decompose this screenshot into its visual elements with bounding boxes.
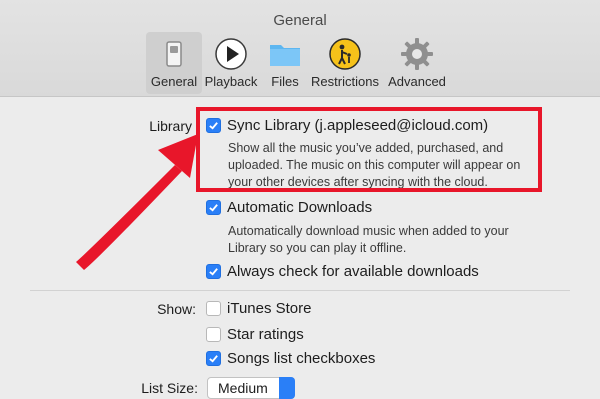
- tab-general-label: General: [150, 74, 198, 89]
- checkbox-checked-icon[interactable]: [206, 264, 221, 279]
- checkbox-checked-icon[interactable]: [206, 200, 221, 215]
- general-switch-icon: [166, 41, 182, 67]
- window-toolbar: General General Playback Files Restricti…: [0, 0, 600, 97]
- itunes-store-label: iTunes Store: [227, 300, 312, 317]
- tab-general[interactable]: General: [146, 32, 202, 94]
- songs-list-checkboxes-label: Songs list checkboxes: [227, 350, 376, 367]
- tab-advanced[interactable]: Advanced: [386, 32, 448, 94]
- tab-restrictions-label: Restrictions: [311, 74, 379, 89]
- automatic-downloads-description: Automatically download music when added …: [228, 224, 509, 255]
- always-check-downloads-label: Always check for available downloads: [227, 263, 479, 280]
- show-label: Show:: [157, 301, 196, 317]
- automatic-downloads-checkbox[interactable]: Automatic Downloads: [206, 199, 372, 216]
- library-label: Library: [149, 118, 192, 134]
- list-size-value: Medium: [218, 380, 268, 396]
- itunes-store-checkbox[interactable]: iTunes Store: [206, 300, 312, 317]
- always-check-downloads-checkbox[interactable]: Always check for available downloads: [206, 263, 479, 280]
- tab-advanced-label: Advanced: [388, 74, 446, 89]
- window-title: General: [273, 12, 327, 29]
- restrictions-icon: [329, 38, 361, 70]
- tab-playback-label: Playback: [204, 74, 258, 89]
- star-ratings-label: Star ratings: [227, 326, 304, 343]
- tab-files[interactable]: Files: [262, 32, 308, 94]
- checkbox-unchecked-icon[interactable]: [206, 327, 221, 342]
- gear-icon: [401, 38, 433, 70]
- tab-files-label: Files: [271, 74, 299, 89]
- tab-playback[interactable]: Playback: [203, 32, 259, 94]
- checkbox-checked-icon[interactable]: [206, 351, 221, 366]
- chevron-updown-icon[interactable]: [279, 377, 295, 399]
- tab-restrictions[interactable]: Restrictions: [308, 32, 382, 94]
- highlight-annotation-box: [196, 107, 542, 192]
- star-ratings-checkbox[interactable]: Star ratings: [206, 326, 304, 343]
- section-divider: [30, 290, 570, 291]
- checkbox-unchecked-icon[interactable]: [206, 301, 221, 316]
- play-icon: [215, 38, 247, 70]
- songs-list-checkboxes-checkbox[interactable]: Songs list checkboxes: [206, 350, 375, 367]
- list-size-label: List Size:: [141, 380, 198, 396]
- automatic-downloads-label: Automatic Downloads: [227, 199, 373, 216]
- folder-icon: [270, 45, 300, 66]
- list-size-select[interactable]: Medium: [207, 377, 295, 399]
